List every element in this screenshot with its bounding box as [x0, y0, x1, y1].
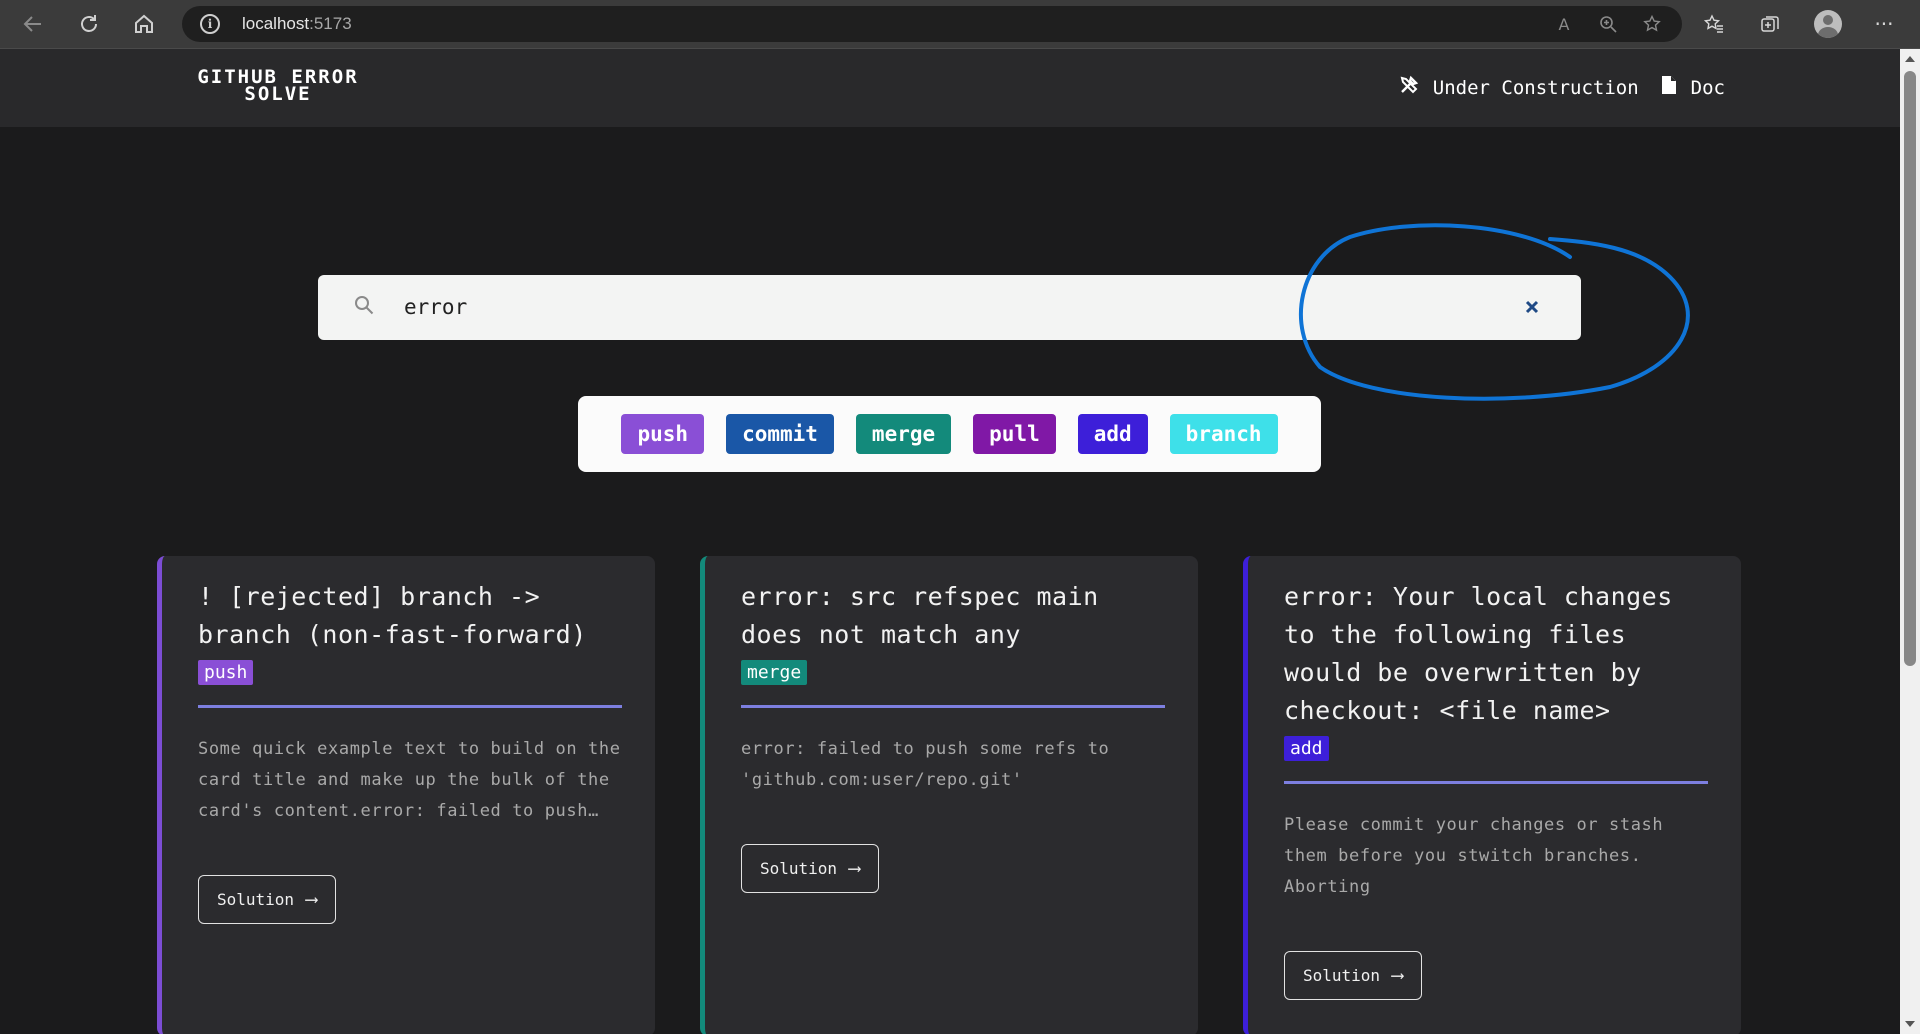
card-description: error: failed to push some refs to 'gith…	[741, 739, 1110, 790]
solution-button[interactable]: Solution ⟶	[741, 844, 879, 893]
tag-pull[interactable]: pull	[973, 414, 1056, 454]
browser-toolbar: i localhost:5173 A ···	[0, 0, 1920, 49]
tag-merge[interactable]: merge	[855, 414, 952, 454]
tag-commit[interactable]: commit	[726, 414, 834, 454]
site-info-icon[interactable]: i	[200, 14, 220, 34]
card-tag-badge: merge	[741, 660, 808, 685]
solution-button-label: Solution	[760, 859, 838, 878]
logo-line-2: SOLVE	[244, 83, 312, 105]
nav-under-construction[interactable]: Under Construction	[1399, 75, 1639, 100]
hammer-wrench-icon	[1399, 75, 1419, 100]
app-header: GITHUB ERROR SOLVE Under Construction Do…	[0, 49, 1900, 127]
arrow-right-icon: ⟶	[306, 889, 317, 910]
card-tag-badge: push	[198, 660, 254, 685]
card-title: error: Your local changes to the followi…	[1284, 582, 1673, 725]
card-description: Some quick example text to build on the …	[198, 739, 621, 821]
collections-icon[interactable]	[1752, 8, 1788, 40]
arrow-right-icon: ⟶	[1392, 965, 1403, 986]
more-options-icon[interactable]: ···	[1866, 8, 1902, 40]
card-divider	[741, 705, 1165, 708]
document-icon	[1661, 75, 1677, 100]
read-aloud-icon[interactable]: A	[1552, 13, 1576, 35]
card-title: ! [rejected] branch -> branch (non-fast-…	[198, 582, 587, 649]
page-scrollbar[interactable]	[1900, 49, 1920, 1034]
error-card: ! [rejected] branch -> branch (non-fast-…	[157, 556, 655, 1034]
card-tag-badge: add	[1284, 736, 1329, 761]
tag-filter-bar: push commit merge pull add branch	[578, 396, 1321, 472]
nav-doc-label: Doc	[1690, 76, 1725, 99]
app-logo[interactable]: GITHUB ERROR SOLVE	[178, 68, 378, 105]
solution-button[interactable]: Solution ⟶	[1284, 951, 1422, 1000]
app-page: GITHUB ERROR SOLVE Under Construction Do…	[0, 49, 1900, 1034]
scroll-down-icon[interactable]	[1905, 1021, 1915, 1027]
nav-doc[interactable]: Doc	[1661, 75, 1725, 100]
card-description: Please commit your changes or stash them…	[1284, 815, 1664, 897]
solution-button-label: Solution	[1303, 966, 1381, 985]
address-bar[interactable]: i localhost:5173 A	[182, 6, 1682, 42]
search-bar	[318, 275, 1581, 340]
error-card: error: src refspec main does not match a…	[700, 556, 1198, 1034]
favorite-add-icon[interactable]	[1640, 13, 1664, 35]
search-input[interactable]	[404, 289, 1404, 325]
card-divider	[198, 705, 622, 708]
tag-push[interactable]: push	[621, 414, 705, 454]
home-icon[interactable]	[127, 8, 161, 40]
top-nav: Under Construction Doc	[1389, 75, 1725, 100]
card-title: error: src refspec main does not match a…	[741, 582, 1099, 649]
favorites-icon[interactable]	[1696, 8, 1732, 40]
error-card: error: Your local changes to the followi…	[1243, 556, 1741, 1034]
close-icon[interactable]	[1518, 293, 1546, 321]
solution-button[interactable]: Solution ⟶	[198, 875, 336, 924]
search-icon	[355, 296, 374, 315]
back-icon[interactable]	[16, 8, 50, 40]
scroll-up-icon[interactable]	[1905, 56, 1915, 62]
scroll-thumb[interactable]	[1904, 71, 1916, 666]
url-text[interactable]: localhost:5173	[242, 14, 352, 34]
solution-button-label: Solution	[217, 890, 295, 909]
arrow-right-icon: ⟶	[849, 858, 860, 879]
card-divider	[1284, 781, 1708, 784]
nav-under-construction-label: Under Construction	[1432, 76, 1639, 99]
zoom-icon[interactable]	[1596, 13, 1620, 35]
reload-icon[interactable]	[72, 8, 106, 40]
tag-branch[interactable]: branch	[1169, 414, 1278, 454]
tag-add[interactable]: add	[1077, 414, 1148, 454]
profile-avatar-icon[interactable]	[1810, 8, 1846, 40]
